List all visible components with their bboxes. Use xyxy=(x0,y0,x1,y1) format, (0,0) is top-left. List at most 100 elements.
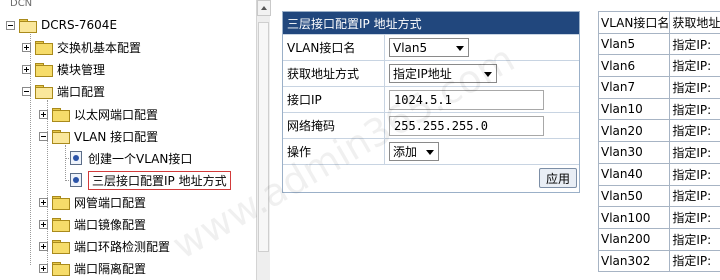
navigation-tree: DCN DCRS-7604E 交换机基本配置 模块管理 端口配置 以太网端口配置… xyxy=(0,0,256,280)
tree-item-label: 网管端口配置 xyxy=(74,195,147,210)
folder-icon xyxy=(52,108,70,122)
vlan-name-cell: Vlan6 xyxy=(597,54,671,78)
table-row[interactable]: Vlan30 指定IP: xyxy=(597,141,720,164)
dropdown-arrow-icon xyxy=(484,72,492,77)
address-method-cell: 指定IP: xyxy=(669,141,720,164)
netmask-input[interactable] xyxy=(389,115,544,136)
table-row[interactable]: Vlan7 指定IP: xyxy=(597,76,720,99)
vlan-interface-table: VLAN接口名 获取地址 Vlan5 指定IP: Vlan6 指定IP: Vlan7… xyxy=(597,11,720,273)
dropdown-arrow-icon xyxy=(426,150,434,155)
interface-ip-label: 接口IP xyxy=(283,87,385,112)
vlan-interface-select[interactable]: Vlan5 xyxy=(389,38,469,57)
operation-select[interactable]: 添加 xyxy=(389,142,439,161)
column-header-address-method: 获取地址 xyxy=(669,11,720,34)
tree-item-ethernet-port-config[interactable]: 以太网端口配置 xyxy=(39,103,158,125)
tree-item-label: 端口隔离配置 xyxy=(74,261,147,276)
expand-icon[interactable] xyxy=(39,109,48,119)
address-method-cell: 指定IP: xyxy=(669,227,720,251)
table-row[interactable]: Vlan5 指定IP: xyxy=(597,32,720,56)
l3-interface-config-form: 三层接口配置IP 地址方式 VLAN接口名 Vlan5 获取地址方式 指定IP地… xyxy=(282,11,580,193)
tree-scrollbar[interactable] xyxy=(256,0,271,280)
tree-connector xyxy=(65,145,66,181)
collapse-icon[interactable] xyxy=(6,20,15,30)
tree-item-port-isolation-config[interactable]: 端口隔离配置 xyxy=(39,257,146,279)
folder-icon xyxy=(52,196,70,210)
folder-icon xyxy=(35,41,53,55)
tree-item-label: 端口配置 xyxy=(57,84,106,99)
vlan-name-cell: Vlan100 xyxy=(597,206,671,229)
table-row[interactable]: Vlan10 指定IP: xyxy=(597,97,720,121)
tree-root[interactable]: DCRS-7604E xyxy=(6,14,117,36)
table-row[interactable]: Vlan100 指定IP: xyxy=(597,206,720,229)
address-method-cell: 指定IP: xyxy=(669,76,720,99)
tree-item-label: VLAN 接口配置 xyxy=(74,129,159,144)
address-method-cell: 指定IP: xyxy=(669,119,720,143)
dropdown-arrow-icon xyxy=(456,46,464,51)
apply-button[interactable]: 应用 xyxy=(539,168,577,188)
tree-header: DCN xyxy=(10,0,33,9)
tree-item-switch-basic-config[interactable]: 交换机基本配置 xyxy=(22,36,141,58)
table-row[interactable]: Vlan20 指定IP: xyxy=(597,119,720,143)
expand-icon[interactable] xyxy=(39,263,48,273)
operation-label: 操作 xyxy=(283,139,385,164)
page-icon xyxy=(70,151,82,165)
address-method-cell: 指定IP: xyxy=(669,32,720,56)
operation-value: 添加 xyxy=(393,145,418,159)
tree-item-port-mirror-config[interactable]: 端口镜像配置 xyxy=(39,213,146,235)
tree-item-port-config[interactable]: 端口配置 xyxy=(22,80,105,102)
folder-open-icon xyxy=(35,85,53,99)
tree-item-module-management[interactable]: 模块管理 xyxy=(22,58,105,80)
address-method-cell: 指定IP: xyxy=(669,97,720,121)
expand-icon[interactable] xyxy=(22,64,31,74)
tree-item-loop-detect-config[interactable]: 端口环路检测配置 xyxy=(39,235,170,257)
vlan-interface-value: Vlan5 xyxy=(393,40,428,55)
folder-icon xyxy=(52,218,70,232)
form-row-mask: 网络掩码 xyxy=(283,112,579,138)
expand-icon[interactable] xyxy=(39,241,48,251)
expand-icon[interactable] xyxy=(39,219,48,229)
interface-ip-input[interactable] xyxy=(389,89,544,110)
table-row[interactable]: Vlan200 指定IP: xyxy=(597,227,720,251)
tree-root-label: DCRS-7604E xyxy=(41,18,118,32)
table-row[interactable]: Vlan50 指定IP: xyxy=(597,184,720,208)
tree-item-vlan-interface-config[interactable]: VLAN 接口配置 xyxy=(39,125,158,147)
folder-open-icon xyxy=(52,130,70,144)
tree-item-selected-label: 三层接口配置IP 地址方式 xyxy=(88,170,231,190)
form-row-ip: 接口IP xyxy=(283,86,579,112)
form-title: 三层接口配置IP 地址方式 xyxy=(283,12,579,34)
folder-icon xyxy=(52,262,70,276)
address-method-cell: 指定IP: xyxy=(669,206,720,229)
tree-item-l3-interface-ip-mode[interactable]: 三层接口配置IP 地址方式 xyxy=(70,169,231,191)
table-row[interactable]: Vlan302 指定IP: xyxy=(597,249,720,273)
vlan-name-cell: Vlan5 xyxy=(597,32,671,56)
collapse-icon[interactable] xyxy=(39,131,48,141)
vlan-name-cell: Vlan50 xyxy=(597,184,671,208)
table-header-row: VLAN接口名 获取地址 xyxy=(597,11,720,34)
tree-item-label: 端口镜像配置 xyxy=(74,217,147,232)
table-row[interactable]: Vlan40 指定IP: xyxy=(597,162,720,186)
tree-item-create-vlan-interface[interactable]: 创建一个VLAN接口 xyxy=(70,147,192,169)
address-method-label: 获取地址方式 xyxy=(283,61,385,86)
tree-item-mgmt-port-config[interactable]: 网管端口配置 xyxy=(39,191,146,213)
form-actions: 应用 xyxy=(283,164,579,192)
vlan-interface-label: VLAN接口名 xyxy=(283,35,385,60)
vlan-name-cell: Vlan40 xyxy=(597,162,671,186)
expand-icon[interactable] xyxy=(39,197,48,207)
tree-item-label: 模块管理 xyxy=(57,62,106,77)
column-header-vlan-name: VLAN接口名 xyxy=(597,11,671,34)
tree-item-label: 交换机基本配置 xyxy=(57,40,142,55)
netmask-label: 网络掩码 xyxy=(283,113,385,138)
vlan-name-cell: Vlan200 xyxy=(597,227,671,251)
scroll-up-arrow-icon[interactable] xyxy=(257,0,271,16)
vlan-name-cell: Vlan10 xyxy=(597,97,671,121)
address-method-cell: 指定IP: xyxy=(669,249,720,273)
address-method-select[interactable]: 指定IP地址 xyxy=(389,64,497,83)
scroll-thumb[interactable] xyxy=(258,22,269,252)
folder-icon xyxy=(52,240,70,254)
collapse-icon[interactable] xyxy=(22,86,31,96)
form-row-vlan: VLAN接口名 Vlan5 xyxy=(283,34,579,60)
form-row-method: 获取地址方式 指定IP地址 xyxy=(283,60,579,86)
table-row[interactable]: Vlan6 指定IP: xyxy=(597,54,720,78)
vlan-name-cell: Vlan302 xyxy=(597,249,671,273)
expand-icon[interactable] xyxy=(22,42,31,52)
